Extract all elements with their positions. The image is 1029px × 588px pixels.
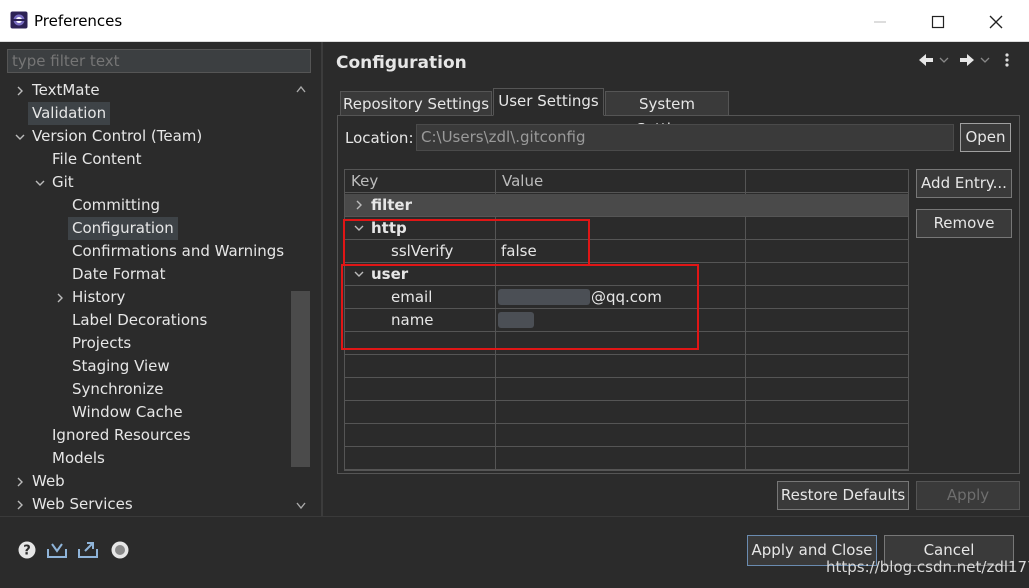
- open-button[interactable]: Open: [960, 123, 1011, 152]
- chevron-right-icon[interactable]: [353, 199, 365, 211]
- table-row[interactable]: filter: [345, 194, 908, 217]
- tree-item-projects[interactable]: Projects: [72, 332, 131, 355]
- tab-repository-settings[interactable]: Repository Settings: [340, 91, 492, 116]
- page-header: Configuration: [330, 50, 1020, 80]
- highlight-box-http: [343, 219, 590, 266]
- tree-item-textmate[interactable]: TextMate: [32, 79, 100, 102]
- location-label: Location:: [345, 129, 414, 147]
- forward-arrow-icon[interactable]: [959, 52, 975, 68]
- add-entry-button[interactable]: Add Entry...: [916, 169, 1012, 198]
- scroll-down-icon[interactable]: [296, 502, 306, 510]
- view-menu-icon[interactable]: [1004, 52, 1010, 68]
- tree-item-history[interactable]: History: [72, 286, 125, 309]
- filter-input[interactable]: [7, 49, 311, 73]
- minimize-button[interactable]: [851, 0, 909, 42]
- tree-item-configuration[interactable]: Configuration: [68, 217, 178, 240]
- tree-item-file-content[interactable]: File Content: [52, 148, 142, 171]
- export-icon[interactable]: [77, 540, 99, 560]
- table-row[interactable]: [345, 355, 908, 378]
- tree-scrollbar[interactable]: [291, 79, 310, 516]
- tree-item-web[interactable]: Web: [32, 470, 65, 493]
- apply-button[interactable]: Apply: [916, 481, 1020, 510]
- maximize-button[interactable]: [909, 0, 967, 42]
- import-icon[interactable]: [46, 540, 68, 560]
- svg-text:?: ?: [23, 544, 31, 559]
- page-title: Configuration: [336, 53, 467, 73]
- table-row[interactable]: [345, 401, 908, 424]
- chevron-right-icon[interactable]: [54, 292, 66, 304]
- watermark: https://blog.csdn.net/zdl177: [826, 558, 1029, 576]
- tree-item-confirmations[interactable]: Confirmations and Warnings: [72, 240, 284, 263]
- tree-item-version-control[interactable]: Version Control (Team): [32, 125, 202, 148]
- remove-button[interactable]: Remove: [916, 209, 1012, 238]
- tree-item-synchronize[interactable]: Synchronize: [72, 378, 163, 401]
- tree-item-validation[interactable]: Validation: [28, 102, 111, 125]
- tab-system-settings[interactable]: System Settings: [605, 91, 729, 138]
- column-header-empty: [746, 170, 908, 193]
- chevron-down-icon[interactable]: [34, 177, 46, 189]
- back-menu-icon[interactable]: [939, 57, 949, 63]
- tree-item-staging-view[interactable]: Staging View: [72, 355, 170, 378]
- tree-item-window-cache[interactable]: Window Cache: [72, 401, 183, 424]
- eclipse-app-icon: [10, 11, 28, 29]
- window-title: Preferences: [34, 12, 123, 30]
- tree-item-date-format[interactable]: Date Format: [72, 263, 165, 286]
- preferences-tree: TextMate Validation Version Control (Tea…: [0, 79, 290, 516]
- preferences-tree-panel: TextMate Validation Version Control (Tea…: [0, 42, 318, 516]
- back-arrow-icon[interactable]: [918, 52, 934, 68]
- restore-defaults-button[interactable]: Restore Defaults: [777, 481, 909, 510]
- tab-user-settings[interactable]: User Settings: [493, 88, 604, 116]
- chevron-right-icon[interactable]: [14, 499, 26, 511]
- tree-item-git[interactable]: Git: [52, 171, 74, 194]
- record-icon[interactable]: [109, 540, 131, 560]
- table-row[interactable]: [345, 447, 908, 470]
- column-header-key[interactable]: Key: [345, 170, 496, 193]
- column-header-value[interactable]: Value: [496, 170, 746, 193]
- location-field[interactable]: C:\Users\zdl\.gitconfig: [416, 124, 954, 151]
- tree-item-web-services[interactable]: Web Services: [32, 493, 133, 516]
- tree-item-label-decorations[interactable]: Label Decorations: [72, 309, 207, 332]
- title-bar: Preferences: [0, 0, 1029, 42]
- scroll-up-icon[interactable]: [296, 85, 306, 93]
- tree-item-models[interactable]: Models: [52, 447, 105, 470]
- scrollbar-thumb[interactable]: [291, 291, 310, 467]
- table-row[interactable]: [345, 424, 908, 447]
- forward-menu-icon[interactable]: [980, 57, 990, 63]
- chevron-right-icon[interactable]: [14, 476, 26, 488]
- table-row[interactable]: [345, 378, 908, 401]
- tree-item-ignored-resources[interactable]: Ignored Resources: [52, 424, 191, 447]
- panel-divider[interactable]: [321, 42, 323, 516]
- open-button-label: Open: [965, 128, 1006, 146]
- highlight-box-user: [341, 264, 699, 350]
- chevron-right-icon[interactable]: [14, 85, 26, 97]
- close-button[interactable]: [967, 0, 1025, 42]
- tree-item-committing[interactable]: Committing: [72, 194, 160, 217]
- chevron-down-icon[interactable]: [14, 131, 26, 143]
- help-icon[interactable]: ?: [17, 540, 39, 560]
- row-key: filter: [371, 196, 413, 214]
